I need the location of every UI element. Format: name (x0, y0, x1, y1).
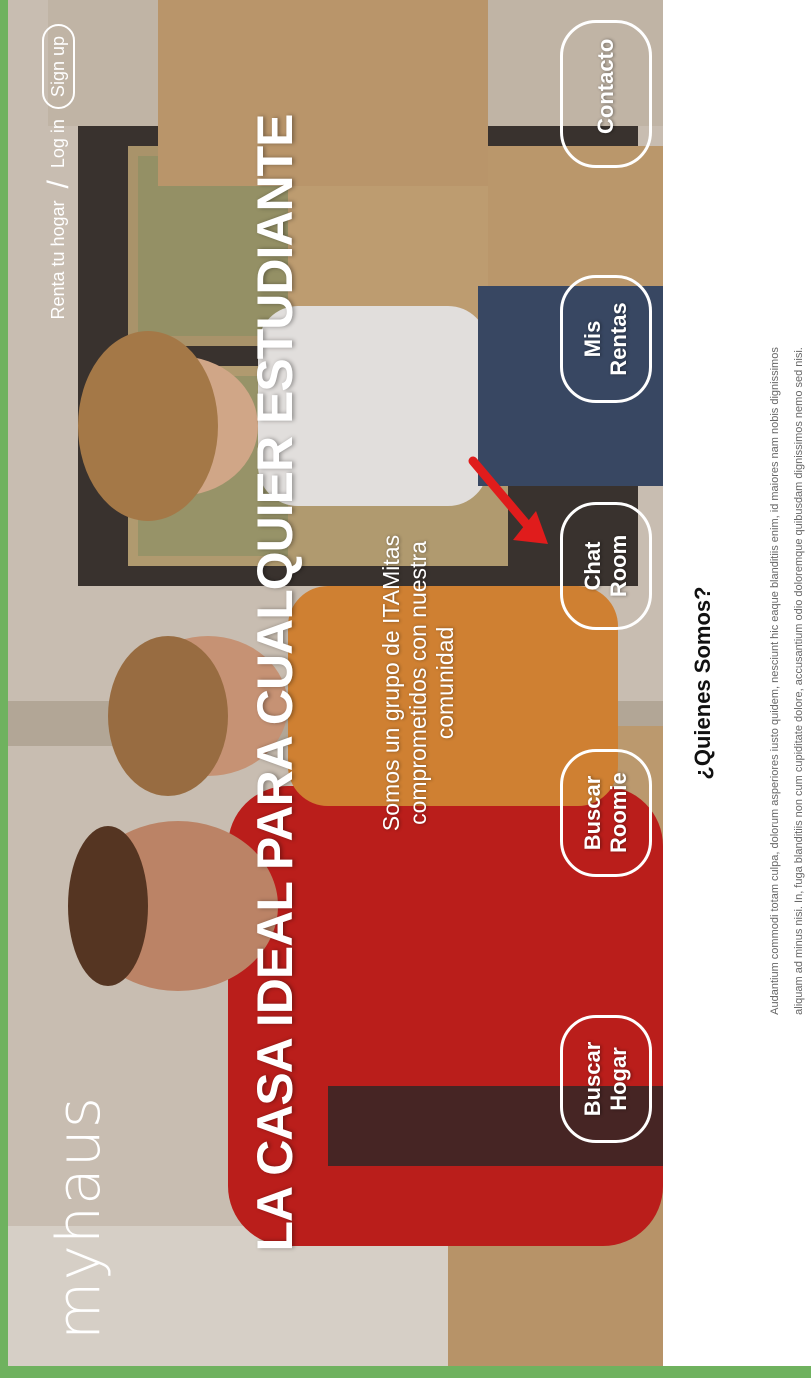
green-frame-bottom (0, 1366, 811, 1378)
about-line-1: Audantium commodi totam culpa, dolorum a… (769, 347, 781, 1015)
hero-section: myhaus Renta tu hogar / Log in Sign up L… (8, 0, 663, 1366)
rotated-landing-page: myhaus Renta tu hogar / Log in Sign up L… (8, 0, 811, 1366)
red-arrow-annotation (468, 456, 548, 544)
green-frame-left (0, 0, 8, 1378)
about-line-2: aliquam ad minus nisi. In, fuga blanditi… (793, 347, 805, 1015)
about-title: ¿Quienes Somos? (690, 586, 715, 780)
about-paragraph: Audantium commodi totam culpa, dolorum a… (763, 56, 811, 1306)
